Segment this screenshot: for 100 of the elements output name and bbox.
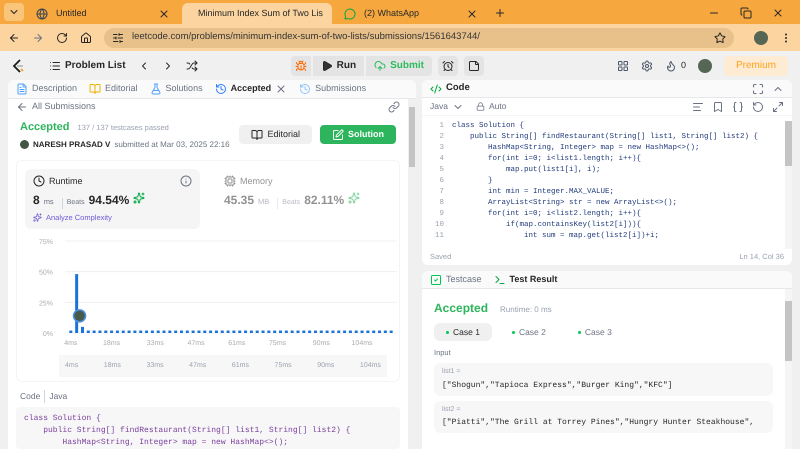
input-value: ["Piatti","The Grill at Torrey Pines","Hungry Hunter Steakhouse",	[442, 417, 756, 430]
address-bar[interactable]: leetcode.com/problems/minimum-index-sum-of-two-lists/submissions/1561643744/	[104, 28, 734, 48]
settings-icon[interactable]	[640, 60, 653, 72]
panel-tab[interactable]: Test Result	[494, 272, 558, 286]
pen-icon	[332, 128, 344, 141]
format-icon[interactable]	[692, 100, 704, 112]
chart-bar	[308, 330, 312, 334]
chart-bar	[174, 330, 178, 334]
user-avatar[interactable]	[698, 58, 712, 72]
panel-tab[interactable]: Editorial	[89, 82, 138, 96]
bookmark-icon[interactable]	[712, 100, 724, 112]
note-icon	[468, 60, 480, 72]
stat-title: Memory	[240, 174, 273, 188]
panel-tab[interactable]: Accepted	[214, 82, 288, 96]
back-icon[interactable]	[8, 32, 20, 44]
panel-tab[interactable]: Submissions	[299, 82, 366, 96]
close-icon[interactable]	[158, 8, 170, 20]
reset-icon[interactable]	[752, 100, 764, 112]
chart-bar	[69, 330, 72, 334]
status-text: Accepted	[20, 120, 70, 135]
code-line: public String[] findRestaurant(String[] list1, String[] list2) {	[42, 425, 352, 437]
chart-bar	[296, 330, 300, 334]
chart-bar	[86, 330, 90, 334]
case-tab[interactable]: Case 1	[434, 323, 492, 341]
all-submissions-link[interactable]: All Submissions	[16, 100, 96, 114]
chart-bar	[238, 330, 242, 334]
alarm-clock-icon	[442, 60, 454, 72]
play-icon	[320, 60, 333, 72]
scrollbar[interactable]	[408, 99, 416, 449]
language-select[interactable]: Java	[430, 100, 464, 113]
shuffle-icon[interactable]	[186, 60, 198, 72]
chart-bar	[168, 330, 172, 334]
expand-icon[interactable]	[772, 100, 784, 112]
tab-list-button[interactable]	[4, 3, 24, 21]
chart-bar	[320, 330, 323, 334]
restore-icon[interactable]	[740, 7, 752, 19]
panel-tab[interactable]: Testcase	[430, 272, 482, 286]
chart-bar	[390, 330, 393, 334]
close-icon[interactable]	[772, 7, 784, 19]
new-tab-icon[interactable]	[494, 7, 506, 19]
notes-button[interactable]	[464, 56, 484, 76]
streak-count: 0	[680, 58, 686, 72]
scrollbar[interactable]	[785, 121, 792, 249]
flask-icon	[150, 83, 162, 95]
chart-bar	[279, 330, 282, 334]
stat-title: Runtime	[49, 174, 83, 188]
tab-title: (2) WhatsApp	[364, 6, 420, 20]
chart-bar	[128, 330, 131, 334]
code-line: HashMap<String, Integer> map = new HashMap<>();	[61, 437, 290, 449]
panel-tab[interactable]: Solutions	[150, 82, 203, 96]
reload-icon[interactable]	[56, 32, 68, 44]
chart-bar	[302, 330, 306, 334]
panel-tab[interactable]: Description	[16, 82, 78, 96]
braces-icon[interactable]	[732, 100, 744, 112]
submitted-time: submitted at Mar 03, 2025 22:16	[114, 138, 230, 150]
close-icon[interactable]	[466, 8, 478, 20]
chart-bar	[284, 330, 288, 334]
back-arrow-icon	[16, 101, 28, 113]
problem-list-button[interactable]: Problem List	[49, 58, 126, 73]
maximize-icon[interactable]	[752, 82, 764, 94]
chart-bar	[162, 330, 166, 334]
info-icon[interactable]	[180, 175, 192, 188]
debug-button[interactable]	[290, 56, 311, 76]
mode-label: Auto	[488, 100, 506, 113]
chip-icon	[224, 175, 236, 188]
chart-bar	[180, 330, 183, 334]
terminal-icon	[494, 274, 506, 286]
chart-bar	[145, 330, 148, 334]
chart-bar	[290, 330, 294, 334]
timer-button[interactable]	[438, 56, 458, 76]
browser-tab[interactable]: Minimum Index Sum of Two Lis	[182, 3, 332, 24]
forward-icon[interactable]	[32, 32, 44, 44]
logo-icon[interactable]	[12, 58, 25, 72]
case-tab[interactable]: Case 3	[566, 323, 624, 341]
chart-bar	[220, 330, 224, 334]
solution-button[interactable]: Solution	[320, 125, 396, 144]
chart-bar	[273, 330, 276, 334]
profile-avatar[interactable]	[754, 30, 768, 44]
link-icon[interactable]	[388, 101, 400, 113]
bug-icon	[294, 60, 307, 72]
close-icon[interactable]	[275, 83, 288, 95]
browser-tab[interactable]: (2) WhatsApp	[336, 3, 486, 24]
document-icon	[16, 83, 28, 95]
chart-bar	[192, 330, 195, 334]
editorial-button[interactable]: Editorial	[239, 125, 312, 144]
chart-bar	[384, 330, 387, 334]
scrollbar[interactable]	[785, 289, 792, 449]
chart-bar	[209, 330, 212, 334]
run-button[interactable]: Run	[312, 56, 364, 76]
cloud-upload-icon	[374, 60, 386, 72]
stat-value: 45.35	[224, 192, 254, 209]
chart-bar	[104, 330, 108, 334]
chart-bar	[331, 330, 334, 334]
chart-bar	[314, 330, 317, 334]
layout-icon[interactable]	[616, 60, 629, 72]
chart-bar	[262, 330, 265, 334]
browser-tab[interactable]: Untitled	[28, 3, 178, 24]
home-icon[interactable]	[80, 32, 92, 44]
case-tab[interactable]: Case 2	[500, 323, 558, 341]
chart-bar	[372, 330, 376, 334]
